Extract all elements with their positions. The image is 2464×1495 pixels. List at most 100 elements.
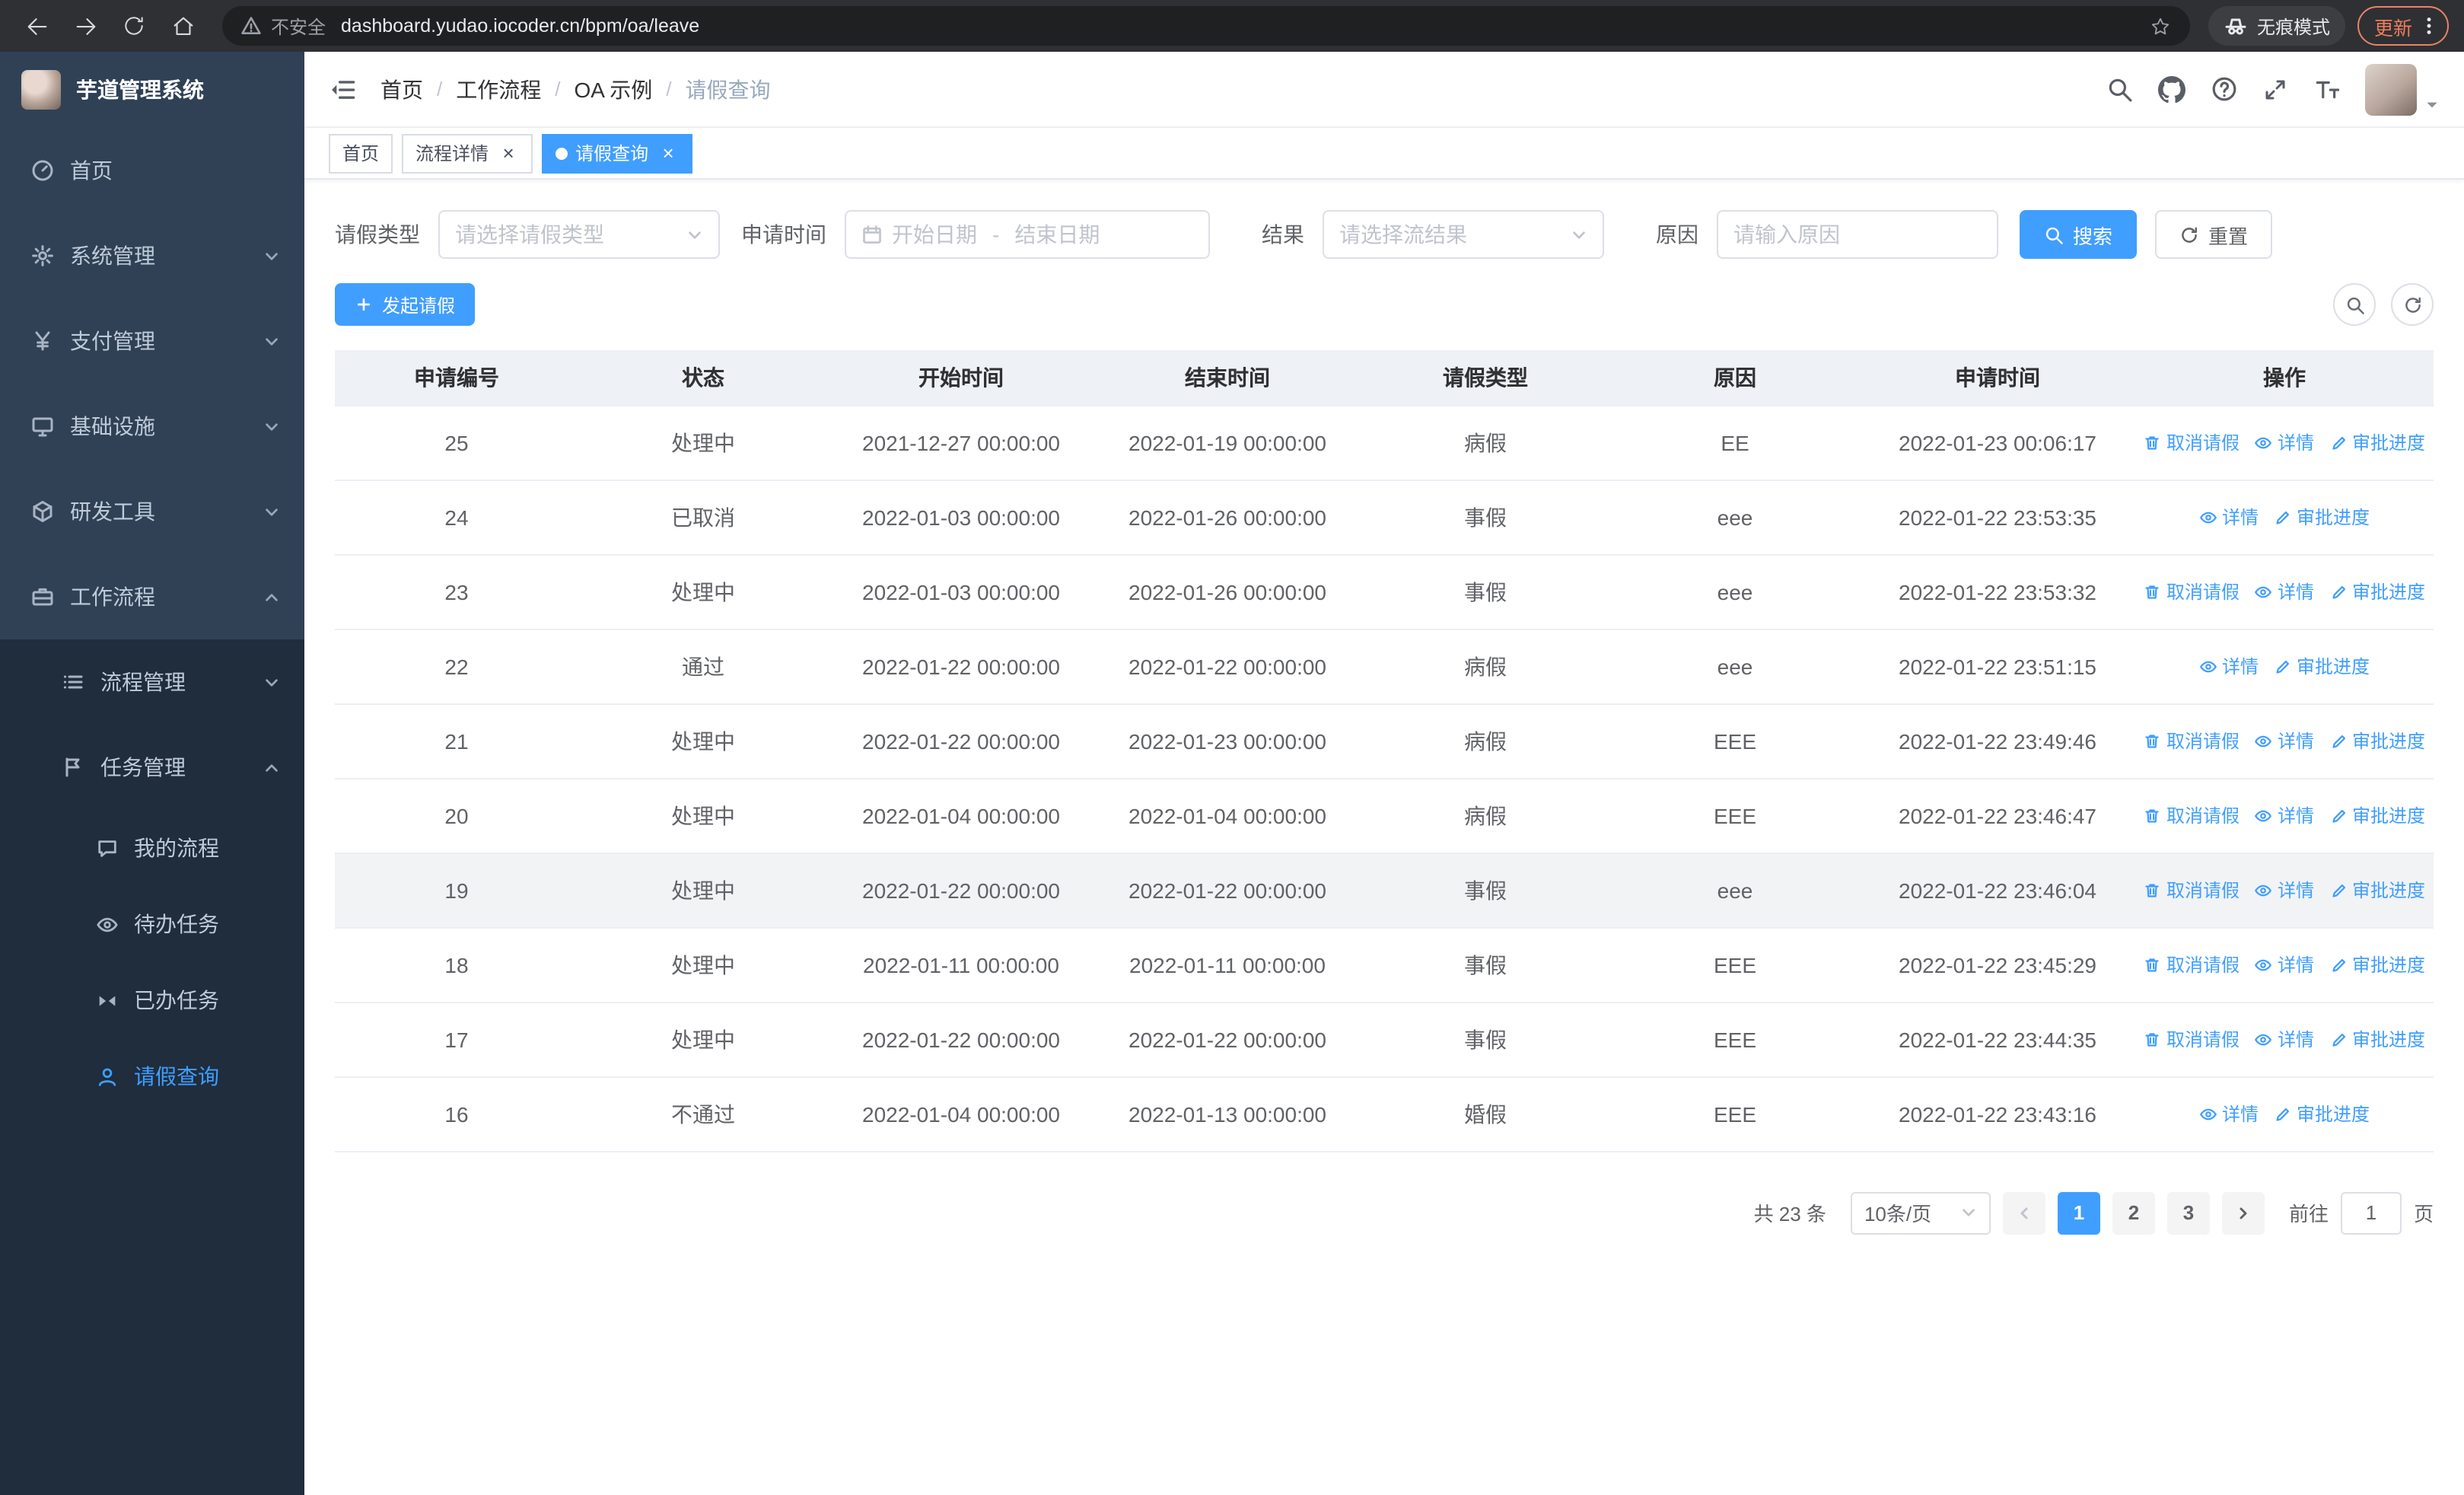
breadcrumb-workflow[interactable]: 工作流程 <box>456 74 541 104</box>
sidebar-item-todo-tasks[interactable]: 待办任务 <box>0 886 304 962</box>
edit-pen-icon <box>2329 732 2348 750</box>
back-button[interactable] <box>15 5 58 47</box>
tab-home[interactable]: 首页 <box>329 133 393 173</box>
progress-link[interactable]: 审批进度 <box>2274 504 2370 530</box>
breadcrumb: 首页 / 工作流程 / OA 示例 / 请假查询 <box>380 74 770 104</box>
col-apply-time: 申请时间 <box>1860 350 2135 406</box>
cancel-leave-link[interactable]: 取消请假 <box>2144 802 2240 828</box>
active-dot <box>556 147 568 159</box>
toggle-search-button[interactable] <box>2333 283 2376 326</box>
user-menu[interactable] <box>2365 63 2440 115</box>
cancel-leave-link[interactable]: 取消请假 <box>2144 952 2240 977</box>
table-row: 20 处理中 2022-01-04 00:00:00 2022-01-04 00:00… <box>335 778 2434 853</box>
sidebar-item-task-management[interactable]: 任务管理 <box>0 725 304 810</box>
tab-leave-query[interactable]: 请假查询 × <box>542 133 693 173</box>
leave-type-select[interactable]: 请选择请假类型 <box>438 210 720 259</box>
prev-page-button[interactable] <box>2002 1191 2045 1234</box>
sidebar-logo[interactable]: 芋道管理系统 <box>0 52 304 128</box>
cancel-leave-link[interactable]: 取消请假 <box>2144 429 2240 455</box>
search-button[interactable]: 搜索 <box>2020 210 2138 259</box>
tab-process-detail[interactable]: 流程详情 × <box>402 133 533 173</box>
detail-link[interactable]: 详情 <box>2199 1101 2259 1127</box>
address-bar[interactable]: 不安全 dashboard.yudao.iocoder.cn/bpm/oa/le… <box>222 6 2190 46</box>
create-leave-button[interactable]: 发起请假 <box>335 283 476 326</box>
detail-link[interactable]: 详情 <box>2255 952 2314 977</box>
leave-type-label: 请假类型 <box>335 222 420 247</box>
forward-button[interactable] <box>64 5 107 47</box>
sidebar-item-my-process[interactable]: 我的流程 <box>0 810 304 886</box>
bookmark-star-icon[interactable] <box>2149 14 2172 37</box>
app-title: 芋道管理系统 <box>76 78 204 102</box>
search-icon[interactable] <box>2106 76 2132 102</box>
avatar[interactable] <box>2365 63 2417 115</box>
sidebar-item-process-management[interactable]: 流程管理 <box>0 639 304 725</box>
arrow-right-icon <box>72 13 98 39</box>
col-leave-type: 请假类型 <box>1361 350 1610 406</box>
help-icon[interactable] <box>2211 76 2237 102</box>
result-select[interactable]: 请选择流结果 <box>1323 210 1604 259</box>
collapse-sidebar-button[interactable] <box>329 75 356 103</box>
detail-link[interactable]: 详情 <box>2255 728 2314 754</box>
cancel-leave-link[interactable]: 取消请假 <box>2144 579 2240 604</box>
detail-link[interactable]: 详情 <box>2255 802 2314 828</box>
reload-button[interactable] <box>113 5 155 47</box>
page-button-2[interactable]: 2 <box>2112 1191 2155 1234</box>
reason-input[interactable] <box>1733 222 1982 247</box>
sidebar-item-home[interactable]: 首页 <box>0 128 304 213</box>
page-button-3[interactable]: 3 <box>2166 1191 2210 1234</box>
next-page-button[interactable] <box>2221 1191 2265 1234</box>
sidebar-item-done-tasks[interactable]: 已办任务 <box>0 962 304 1038</box>
cancel-leave-link[interactable]: 取消请假 <box>2144 877 2240 903</box>
eye-icon <box>2255 433 2273 451</box>
apply-time-range-picker[interactable]: 开始日期 - 结束日期 <box>845 210 1210 259</box>
progress-link[interactable]: 审批进度 <box>2329 877 2425 903</box>
page-size-select[interactable]: 10条/页 <box>1850 1191 1991 1234</box>
progress-link[interactable]: 审批进度 <box>2329 429 2425 455</box>
detail-link[interactable]: 详情 <box>2199 653 2259 679</box>
progress-link[interactable]: 审批进度 <box>2274 1101 2370 1127</box>
sidebar-item-workflow[interactable]: 工作流程 <box>0 554 304 639</box>
sidebar-item-system[interactable]: 系统管理 <box>0 213 304 298</box>
refresh-table-button[interactable] <box>2391 283 2434 326</box>
detail-link[interactable]: 详情 <box>2255 1026 2314 1052</box>
progress-link[interactable]: 审批进度 <box>2329 802 2425 828</box>
breadcrumb-current: 请假查询 <box>685 77 771 101</box>
warning-triangle-icon <box>240 15 262 37</box>
browser-menu-icon[interactable] <box>2418 15 2440 37</box>
page-button-1[interactable]: 1 <box>2057 1191 2100 1234</box>
table-tools <box>2333 283 2434 326</box>
github-icon[interactable] <box>2158 75 2185 103</box>
fullscreen-icon[interactable] <box>2263 77 2287 101</box>
progress-link[interactable]: 审批进度 <box>2274 653 2370 679</box>
sidebar-item-payment[interactable]: 支付管理 <box>0 298 304 384</box>
progress-link[interactable]: 审批进度 <box>2329 728 2425 754</box>
progress-link[interactable]: 审批进度 <box>2329 1026 2425 1052</box>
progress-link[interactable]: 审批进度 <box>2329 952 2425 977</box>
close-icon[interactable]: × <box>498 142 519 164</box>
browser-update-button[interactable]: 更新 <box>2357 6 2449 46</box>
security-status[interactable]: 不安全 <box>240 13 326 39</box>
detail-link[interactable]: 详情 <box>2255 877 2314 903</box>
sidebar-item-infrastructure[interactable]: 基础设施 <box>0 384 304 469</box>
goto-page-input[interactable] <box>2340 1191 2402 1234</box>
reason-label: 原因 <box>1656 222 1698 247</box>
home-button[interactable] <box>161 5 204 47</box>
cancel-leave-link[interactable]: 取消请假 <box>2144 1026 2240 1052</box>
cancel-leave-link[interactable]: 取消请假 <box>2144 728 2240 754</box>
edit-pen-icon <box>2329 955 2348 974</box>
sidebar-item-devtools[interactable]: 研发工具 <box>0 469 304 554</box>
detail-link[interactable]: 详情 <box>2199 504 2259 530</box>
reason-input-wrap <box>1717 210 1998 259</box>
trash-icon <box>2144 955 2162 974</box>
breadcrumb-oa-example[interactable]: OA 示例 <box>575 74 653 104</box>
breadcrumb-home[interactable]: 首页 <box>380 74 423 104</box>
table-row: 24 已取消 2022-01-03 00:00:00 2022-01-26 00:00… <box>335 480 2434 555</box>
text-size-icon[interactable] <box>2313 76 2339 102</box>
detail-link[interactable]: 详情 <box>2255 429 2314 455</box>
progress-link[interactable]: 审批进度 <box>2329 579 2425 604</box>
reset-button[interactable]: 重置 <box>2155 210 2273 259</box>
detail-link[interactable]: 详情 <box>2255 579 2314 604</box>
close-icon[interactable]: × <box>657 142 679 164</box>
sidebar-item-leave-query[interactable]: 请假查询 <box>0 1038 304 1114</box>
range-separator: - <box>992 222 1000 247</box>
